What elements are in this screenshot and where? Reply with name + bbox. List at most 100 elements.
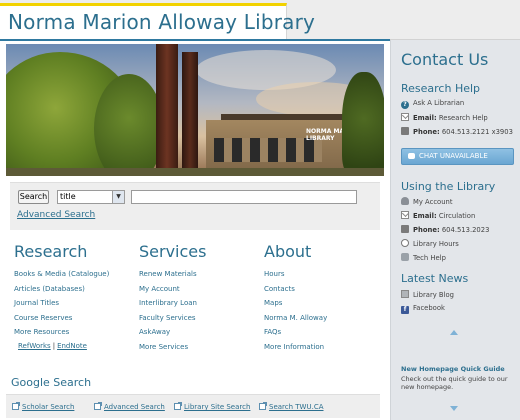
external-link-icon <box>12 402 20 410</box>
chat-button-label: CHAT UNAVAILABLE <box>419 152 488 160</box>
research-link-catalogue[interactable]: Books & Media (Catalogue) <box>14 267 134 282</box>
services-heading[interactable]: Services <box>139 242 259 261</box>
scholar-search-label[interactable]: Scholar Search <box>22 403 74 411</box>
google-advanced-search-link[interactable]: Advanced Search <box>94 402 165 411</box>
about-link-alloway[interactable]: Norma M. Alloway <box>264 311 384 326</box>
services-link-ill[interactable]: Interlibrary Loan <box>139 296 259 311</box>
google-search-bar: Scholar Search Advanced Search Library S… <box>6 394 380 418</box>
research-email[interactable]: Email: Research Help <box>401 113 488 122</box>
twu-search-link[interactable]: Search TWU.CA <box>259 402 324 411</box>
facebook-link[interactable]: f Facebook <box>401 304 445 314</box>
hero-ground <box>6 168 384 176</box>
research-link-journals[interactable]: Journal Titles <box>14 296 134 311</box>
external-link-icon <box>94 402 102 410</box>
chat-button[interactable]: CHAT UNAVAILABLE <box>401 148 514 165</box>
about-link-maps[interactable]: Maps <box>264 296 384 311</box>
circulation-phone-value: 604.513.2023 <box>441 226 490 234</box>
facebook-icon: f <box>401 306 409 314</box>
header-divider <box>0 39 390 41</box>
search-field-value: title <box>60 192 76 201</box>
quick-guide-text: Check out the quick guide to our new hom… <box>401 375 508 391</box>
refworks-link[interactable]: RefWorks <box>18 342 51 350</box>
services-link-account[interactable]: My Account <box>139 282 259 297</box>
research-phone-value: 604.513.2121 x3903 <box>441 128 513 136</box>
question-icon: ? <box>401 101 409 109</box>
about-link-faqs[interactable]: FAQs <box>264 325 384 340</box>
services-link-more[interactable]: More Services <box>139 340 259 355</box>
hero-tree <box>342 72 384 176</box>
hero-totem-pole <box>182 52 198 176</box>
tech-help-link[interactable]: Tech Help <box>401 253 446 262</box>
phone-icon <box>401 225 409 233</box>
library-site-search-link[interactable]: Library Site Search <box>174 402 250 411</box>
scroll-up-arrow-icon[interactable] <box>450 330 458 335</box>
circulation-phone: Phone: 604.513.2023 <box>401 225 489 234</box>
facebook-label[interactable]: Facebook <box>413 304 445 312</box>
phone-icon <box>401 127 409 135</box>
google-search-heading: Google Search <box>11 376 92 389</box>
endnote-link[interactable]: EndNote <box>57 342 87 350</box>
clock-icon <box>401 239 409 247</box>
research-link-databases[interactable]: Articles (Databases) <box>14 282 134 297</box>
contact-sidebar: Contact Us Research Help ? Ask A Libraria… <box>390 40 520 420</box>
library-hours-link[interactable]: Library Hours <box>401 239 459 248</box>
scroll-down-arrow-icon[interactable] <box>450 406 458 411</box>
link-separator: | <box>52 342 56 350</box>
research-heading[interactable]: Research <box>14 242 134 261</box>
services-link-renew[interactable]: Renew Materials <box>139 267 259 282</box>
services-link-faculty[interactable]: Faculty Services <box>139 311 259 326</box>
chevron-down-icon[interactable]: ▼ <box>112 191 124 203</box>
using-library-heading: Using the Library <box>401 180 496 193</box>
advanced-search-link[interactable]: Advanced Search <box>17 210 95 220</box>
hero-image: NORMA MARION LIBRARY <box>6 44 384 176</box>
about-link-contacts[interactable]: Contacts <box>264 282 384 297</box>
library-blog-link[interactable]: Library Blog <box>401 290 454 299</box>
user-icon <box>401 197 409 205</box>
about-link-more[interactable]: More Information <box>264 340 384 355</box>
research-link-reserves[interactable]: Course Reserves <box>14 311 134 326</box>
contact-us-title: Contact Us <box>401 50 489 69</box>
search-input[interactable] <box>131 190 357 204</box>
library-hours-label[interactable]: Library Hours <box>413 240 459 248</box>
google-advanced-search-label[interactable]: Advanced Search <box>104 403 165 411</box>
research-phone: Phone: 604.513.2121 x3903 <box>401 127 513 136</box>
ask-librarian-label[interactable]: Ask A Librarian <box>413 99 464 107</box>
about-column: About Hours Contacts Maps Norma M. Allow… <box>264 242 384 354</box>
quick-guide-title[interactable]: New Homepage Quick Guide <box>401 365 505 373</box>
library-site-search-label[interactable]: Library Site Search <box>184 403 250 411</box>
search-button[interactable]: Search <box>18 190 49 204</box>
library-blog-label[interactable]: Library Blog <box>413 291 454 299</box>
hero-totem-pole <box>156 44 178 176</box>
latest-news-heading: Latest News <box>401 272 469 285</box>
about-heading[interactable]: About <box>264 242 384 261</box>
external-link-icon <box>174 402 182 410</box>
twu-search-label[interactable]: Search TWU.CA <box>269 403 324 411</box>
email-label: Email: <box>413 212 437 220</box>
mail-icon <box>401 211 409 219</box>
about-link-hours[interactable]: Hours <box>264 267 384 282</box>
my-account-label[interactable]: My Account <box>413 198 453 206</box>
circulation-email-value[interactable]: Circulation <box>439 212 475 220</box>
services-link-askaway[interactable]: AskAway <box>139 325 259 340</box>
site-title[interactable]: Norma Marion Alloway Library <box>8 10 315 34</box>
catalogue-search: Search title ▼ Advanced Search <box>10 182 380 230</box>
external-link-icon <box>259 402 267 410</box>
tech-help-label[interactable]: Tech Help <box>413 254 446 262</box>
research-email-value[interactable]: Research Help <box>439 114 488 122</box>
phone-label: Phone: <box>413 128 440 136</box>
site-title-tab[interactable]: Norma Marion Alloway Library <box>0 3 315 40</box>
scholar-search-link[interactable]: Scholar Search <box>12 402 74 411</box>
my-account-link[interactable]: My Account <box>401 197 453 206</box>
ask-librarian-link[interactable]: ? Ask A Librarian <box>401 99 464 109</box>
research-link-more[interactable]: More Resources <box>14 325 134 340</box>
services-column: Services Renew Materials My Account Inte… <box>139 242 259 354</box>
phone-label: Phone: <box>413 226 440 234</box>
blog-icon <box>401 290 409 298</box>
research-help-heading: Research Help <box>401 82 481 95</box>
search-field-select[interactable]: title ▼ <box>57 190 125 204</box>
research-column: Research Books & Media (Catalogue) Artic… <box>14 242 134 340</box>
tech-help-icon <box>401 253 409 261</box>
circulation-email[interactable]: Email: Circulation <box>401 211 475 220</box>
mail-icon <box>401 113 409 121</box>
hero-tree <box>94 74 164 176</box>
